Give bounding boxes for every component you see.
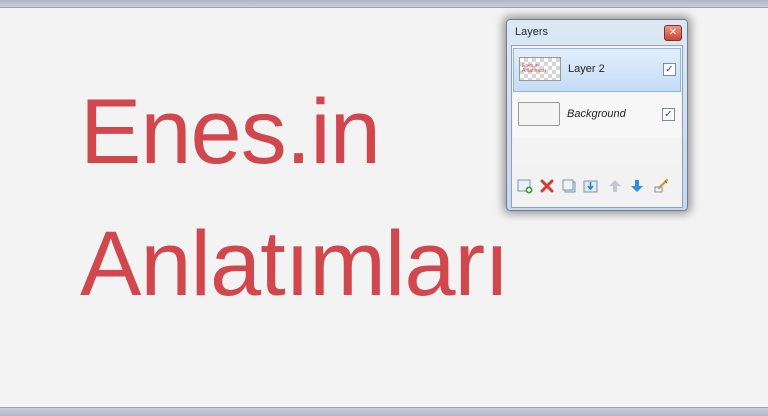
layer-thumbnail-text: Enes.in Anlatımları	[522, 63, 546, 74]
layer-name: Layer 2	[568, 63, 605, 75]
canvas-text-line-1: Enes.in	[80, 81, 381, 183]
layers-window: Layers ✕ Enes.in Anlatımları Layer 2 ✓ B…	[506, 19, 688, 211]
canvas-text-line-2: Anlatımları	[80, 213, 510, 315]
layers-title: Layers	[515, 26, 549, 38]
layer-thumbnail	[518, 102, 560, 126]
layers-list: Enes.in Anlatımları Layer 2 ✓ Background…	[513, 47, 681, 165]
layer-name: Background	[567, 108, 626, 120]
layer-row-background[interactable]: Background ✓	[513, 94, 681, 138]
layers-toolbar	[513, 167, 681, 205]
layers-titlebar[interactable]: Layers ✕	[507, 20, 687, 44]
close-icon[interactable]: ✕	[664, 25, 682, 41]
merge-layer-down-icon[interactable]	[583, 178, 599, 194]
duplicate-layer-icon[interactable]	[561, 178, 577, 194]
layer-visibility-checkbox[interactable]: ✓	[663, 63, 676, 76]
delete-layer-icon[interactable]	[539, 178, 555, 194]
layer-properties-icon[interactable]	[653, 178, 669, 194]
top-frame-border	[0, 0, 768, 8]
move-layer-up-icon[interactable]	[607, 178, 623, 194]
layer-visibility-checkbox[interactable]: ✓	[662, 108, 675, 121]
layer-row-layer-2[interactable]: Enes.in Anlatımları Layer 2 ✓	[513, 48, 681, 92]
move-layer-down-icon[interactable]	[629, 178, 645, 194]
layers-panel-body: Enes.in Anlatımları Layer 2 ✓ Background…	[511, 45, 683, 208]
add-layer-icon[interactable]	[517, 178, 533, 194]
layer-thumbnail: Enes.in Anlatımları	[519, 57, 561, 81]
